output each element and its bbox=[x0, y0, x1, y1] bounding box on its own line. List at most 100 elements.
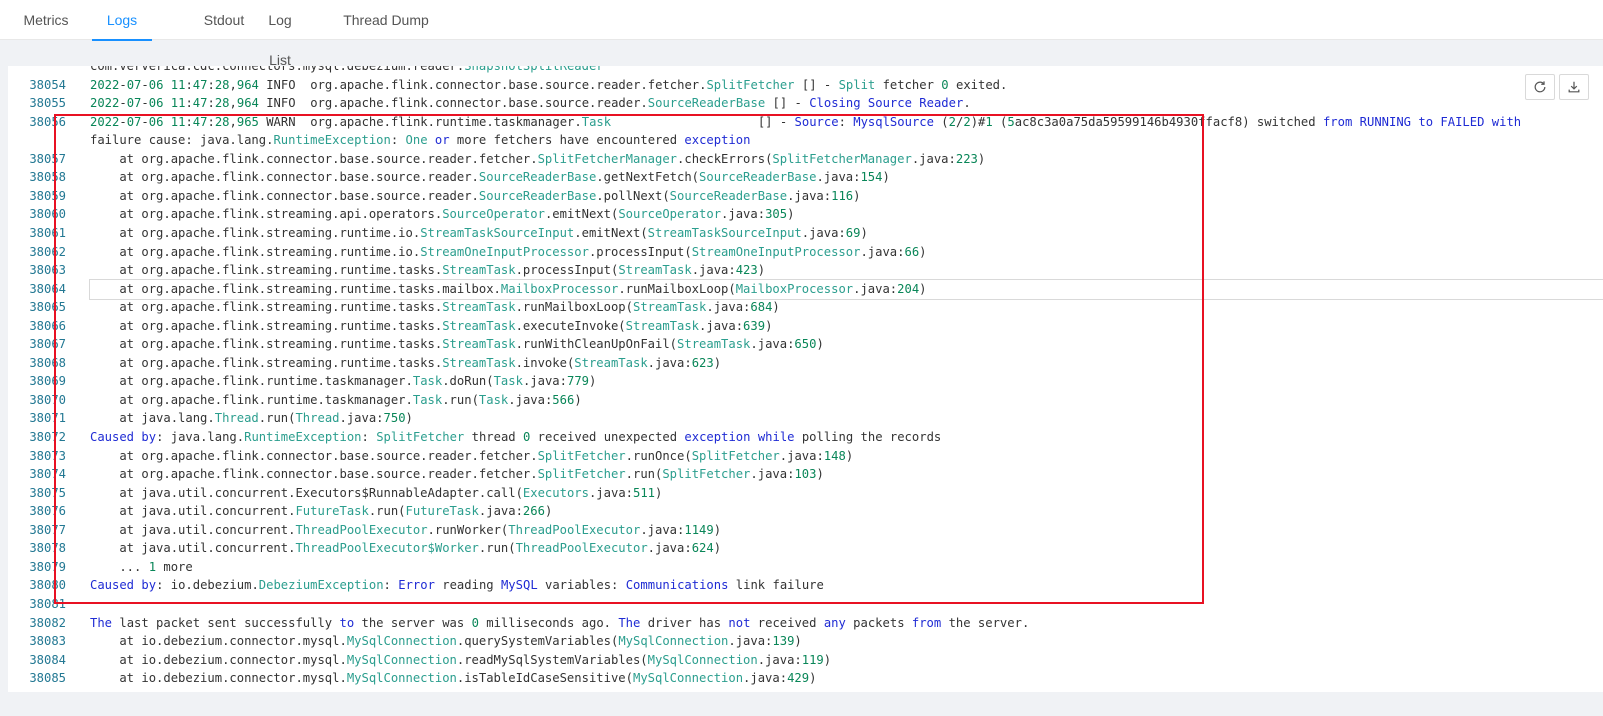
log-line: 38072 Caused by: java.lang.RuntimeExcepti… bbox=[8, 428, 1603, 447]
log-actions bbox=[1525, 74, 1589, 100]
line-number: 38072 bbox=[29, 430, 66, 444]
log-line: 38070 at org.apache.flink.runtime.taskma… bbox=[8, 391, 1603, 410]
log-text: at org.apache.flink.connector.base.sourc… bbox=[90, 467, 824, 482]
line-number: 38085 bbox=[29, 671, 66, 686]
log-text: Caused by: java.lang.RuntimeException: S… bbox=[90, 430, 942, 444]
log-text: at org.apache.flink.streaming.runtime.ta… bbox=[90, 355, 722, 370]
log-text: 2022-07-06 11:47:28,964 INFO org.apache.… bbox=[90, 77, 1008, 92]
log-line: 38059 at org.apache.flink.connector.base… bbox=[8, 187, 1603, 206]
log-line: 38065 at org.apache.flink.streaming.runt… bbox=[8, 298, 1603, 317]
log-text: at org.apache.flink.streaming.runtime.io… bbox=[90, 244, 927, 259]
line-number: 38074 bbox=[29, 467, 66, 482]
log-line: 38081 bbox=[8, 595, 1603, 614]
tab-stdout[interactable]: Stdout bbox=[203, 0, 245, 40]
log-line: 38066 at org.apache.flink.streaming.runt… bbox=[8, 317, 1603, 336]
tab-logs[interactable]: Logs bbox=[92, 0, 152, 41]
log-text: The last packet sent successfully to the… bbox=[90, 615, 1030, 630]
log-text: at io.debezium.connector.mysql.MySqlConn… bbox=[90, 671, 817, 686]
line-number: 38084 bbox=[29, 652, 66, 667]
line-number: 38064 bbox=[29, 281, 66, 296]
log-text: at org.apache.flink.connector.base.sourc… bbox=[90, 448, 854, 463]
line-number: 38055 bbox=[29, 96, 66, 111]
log-text: at org.apache.flink.runtime.taskmanager.… bbox=[90, 392, 582, 407]
log-line: 38063 at org.apache.flink.streaming.runt… bbox=[8, 261, 1603, 280]
tab-bar: Metrics Logs Stdout Log List Thread Dump bbox=[0, 0, 1603, 68]
line-number: 38078 bbox=[29, 541, 66, 556]
line-number: 38083 bbox=[29, 634, 66, 649]
log-text: at org.apache.flink.streaming.runtime.ta… bbox=[90, 263, 766, 278]
log-line: 38055 2022-07-06 11:47:28,964 INFO org.ap… bbox=[8, 94, 1603, 113]
line-number: 38075 bbox=[29, 485, 66, 500]
line-number: 38058 bbox=[29, 170, 66, 185]
line-number: 38063 bbox=[29, 263, 66, 278]
log-text: at org.apache.flink.connector.base.sourc… bbox=[90, 170, 890, 185]
line-number: 38073 bbox=[29, 448, 66, 463]
download-button[interactable] bbox=[1559, 74, 1589, 100]
log-line: 38060 at org.apache.flink.streaming.api.… bbox=[8, 205, 1603, 224]
line-number: 38067 bbox=[29, 337, 66, 352]
line-number: 38066 bbox=[29, 318, 66, 333]
log-line: com.ververica.cdc.connectors.mysql.debez… bbox=[8, 66, 1603, 76]
line-number: 38065 bbox=[29, 300, 66, 315]
log-line: 38064 at org.apache.flink.streaming.runt… bbox=[8, 278, 1603, 300]
log-line: 38083 at io.debezium.connector.mysql.MyS… bbox=[8, 632, 1603, 651]
tab-log-list[interactable]: Log List bbox=[256, 0, 304, 68]
log-line: 38080 Caused by: io.debezium.DebeziumExce… bbox=[8, 576, 1603, 595]
log-viewer[interactable]: com.ververica.cdc.connectors.mysql.debez… bbox=[8, 66, 1603, 692]
log-text: at java.util.concurrent.FutureTask.run(F… bbox=[90, 504, 553, 519]
log-line: 38078 at java.util.concurrent.ThreadPool… bbox=[8, 539, 1603, 558]
bottom-area bbox=[0, 692, 1603, 716]
log-line: 38069 at org.apache.flink.runtime.taskma… bbox=[8, 372, 1603, 391]
line-number: 38082 bbox=[29, 615, 66, 630]
line-number: 38061 bbox=[29, 225, 66, 240]
log-line: 38082 The last packet sent successfully t… bbox=[8, 614, 1603, 633]
log-text: at org.apache.flink.connector.base.sourc… bbox=[90, 151, 986, 166]
log-text: at org.apache.flink.connector.base.sourc… bbox=[90, 188, 861, 203]
line-number: 38076 bbox=[29, 504, 66, 519]
line-number: 38059 bbox=[29, 188, 66, 203]
log-line: 38071 at java.lang.Thread.run(Thread.jav… bbox=[8, 409, 1603, 428]
log-text: at org.apache.flink.streaming.api.operat… bbox=[90, 207, 795, 222]
line-number: 38071 bbox=[29, 411, 66, 426]
line-number: 38079 bbox=[29, 559, 66, 574]
log-line: 38084 at io.debezium.connector.mysql.MyS… bbox=[8, 651, 1603, 670]
log-text: at org.apache.flink.streaming.runtime.ta… bbox=[90, 318, 773, 333]
line-number: 38069 bbox=[29, 374, 66, 389]
log-line: 38085 at io.debezium.connector.mysql.MyS… bbox=[8, 669, 1603, 688]
line-number: 38056 bbox=[29, 114, 66, 129]
line-number: 38060 bbox=[29, 207, 66, 222]
log-text: at java.util.concurrent.ThreadPoolExecut… bbox=[90, 522, 722, 537]
log-text: at java.util.concurrent.ThreadPoolExecut… bbox=[90, 541, 722, 556]
log-text: at org.apache.flink.streaming.runtime.io… bbox=[90, 225, 868, 240]
log-text: com.ververica.cdc.connectors.mysql.debez… bbox=[90, 66, 604, 73]
log-text: at java.util.concurrent.Executors$Runnab… bbox=[90, 485, 663, 500]
log-text: ... 1 more bbox=[90, 559, 193, 574]
log-line: 38061 at org.apache.flink.streaming.runt… bbox=[8, 224, 1603, 243]
tab-thread-dump[interactable]: Thread Dump bbox=[343, 0, 429, 40]
log-line: 38054 2022-07-06 11:47:28,964 INFO org.ap… bbox=[8, 76, 1603, 95]
line-number: 38081 bbox=[29, 596, 66, 611]
line-number: 38077 bbox=[29, 522, 66, 537]
log-line: 38062 at org.apache.flink.streaming.runt… bbox=[8, 243, 1603, 262]
log-line: 38077 at java.util.concurrent.ThreadPool… bbox=[8, 521, 1603, 540]
log-line: 38056 2022-07-06 11:47:28,965 WARN org.ap… bbox=[8, 113, 1603, 132]
log-panel: com.ververica.cdc.connectors.mysql.debez… bbox=[8, 66, 1603, 692]
line-number: 38068 bbox=[29, 355, 66, 370]
log-text: at io.debezium.connector.mysql.MySqlConn… bbox=[90, 634, 802, 649]
log-text: 2022-07-06 11:47:28,964 INFO org.apache.… bbox=[90, 96, 971, 111]
log-text: at io.debezium.connector.mysql.MySqlConn… bbox=[90, 652, 832, 667]
log-text: at org.apache.flink.streaming.runtime.ta… bbox=[89, 278, 1603, 300]
log-line: 38074 at org.apache.flink.connector.base… bbox=[8, 465, 1603, 484]
line-number: 38062 bbox=[29, 244, 66, 259]
log-text: failure cause: java.lang.RuntimeExceptio… bbox=[90, 133, 751, 148]
log-text: at org.apache.flink.streaming.runtime.ta… bbox=[90, 337, 824, 352]
log-line: 38079 ... 1 more bbox=[8, 558, 1603, 577]
log-line: 38076 at java.util.concurrent.FutureTask… bbox=[8, 502, 1603, 521]
refresh-button[interactable] bbox=[1525, 74, 1555, 100]
log-line: 38067 at org.apache.flink.streaming.runt… bbox=[8, 335, 1603, 354]
line-number: 38070 bbox=[29, 392, 66, 407]
tab-metrics[interactable]: Metrics bbox=[23, 0, 69, 40]
download-icon bbox=[1568, 81, 1580, 93]
log-line: failure cause: java.lang.RuntimeExceptio… bbox=[8, 131, 1603, 150]
log-line: 38057 at org.apache.flink.connector.base… bbox=[8, 150, 1603, 169]
